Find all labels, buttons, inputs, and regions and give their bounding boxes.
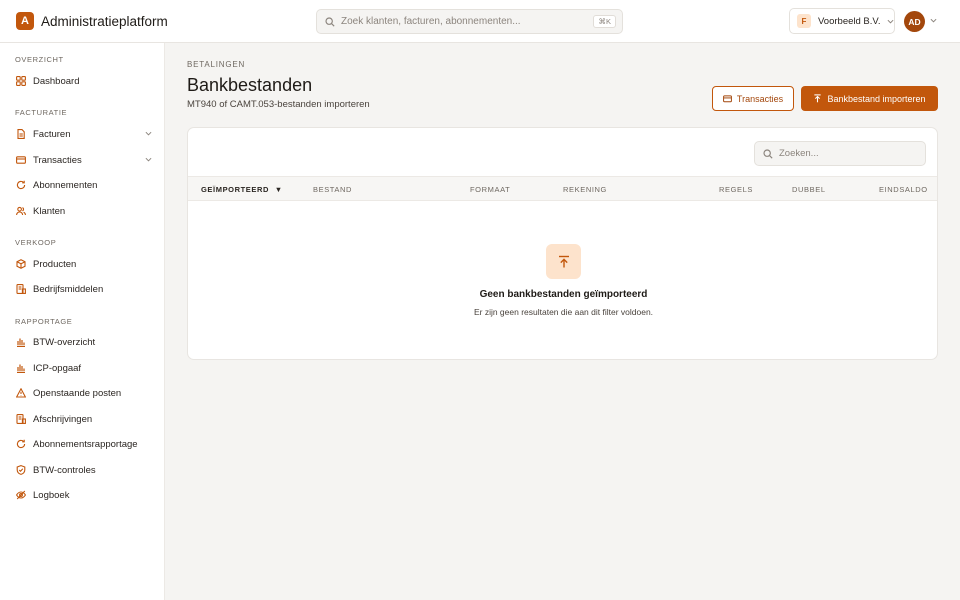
sidebar-item-label: Afschrijvingen [33, 413, 93, 425]
empty-state-subtitle: Er zijn geen resultaten die aan dit filt… [473, 307, 654, 317]
app-logo: A [16, 12, 34, 30]
sidebar-item-dashboard[interactable]: Dashboard [0, 70, 164, 92]
section-facturatie: FACTURATIE [15, 108, 68, 117]
page-subtitle: MT940 of CAMT.053-bestanden importeren [187, 99, 370, 110]
section-rapportage: RAPPORTAGE [15, 317, 73, 326]
sidebar-item-bedrijfsmiddelen[interactable]: Bedrijfsmiddelen [0, 278, 164, 300]
grid-icon [16, 76, 26, 86]
global-search-input[interactable]: Zoek klanten, facturen, abonnementen... … [316, 9, 623, 34]
table-header: GEÏMPORTEERD ▼ BESTAND FORMAAT REKENING … [188, 176, 937, 201]
asset-icon [16, 414, 26, 424]
bar-chart-icon [16, 363, 26, 373]
sidebar: OVERZICHT Dashboard FACTURATIE Facturen … [0, 43, 165, 600]
warning-icon [16, 388, 26, 398]
column-header-regels[interactable]: REGELS [719, 185, 753, 194]
upload-icon [813, 94, 822, 103]
user-avatar[interactable]: AD [904, 11, 925, 32]
sidebar-item-label: BTW-overzicht [33, 336, 96, 348]
search-icon [325, 16, 335, 27]
sidebar-item-openstaande-posten[interactable]: Openstaande posten [0, 382, 164, 404]
top-bar: A Administratieplatform Zoek klanten, fa… [0, 0, 960, 43]
chevron-down-icon [145, 131, 152, 136]
column-label: GEÏMPORTEERD [201, 185, 270, 194]
sidebar-item-label: Abonnementsrapportage [33, 438, 138, 450]
search-icon [763, 148, 773, 159]
sidebar-item-producten[interactable]: Producten [0, 253, 164, 275]
card-icon [16, 155, 26, 165]
sidebar-item-label: Klanten [33, 205, 66, 217]
sidebar-item-label: Facturen [33, 128, 71, 140]
sidebar-item-afschrijvingen[interactable]: Afschrijvingen [0, 408, 164, 430]
bar-chart-icon [16, 337, 26, 347]
breadcrumb: BETALINGEN [187, 60, 246, 69]
sidebar-item-label: Producten [33, 258, 77, 270]
sidebar-item-abonnementen[interactable]: Abonnementen [0, 174, 164, 196]
sidebar-item-label: Abonnementen [33, 179, 98, 191]
sidebar-item-label: Openstaande posten [33, 387, 122, 399]
sidebar-item-btw-controles[interactable]: BTW-controles [0, 459, 164, 481]
column-header-geimporteerd[interactable]: GEÏMPORTEERD ▼ [201, 185, 283, 194]
sidebar-item-transacties[interactable]: Transacties [0, 149, 164, 171]
sidebar-item-label: Logboek [33, 489, 70, 501]
box-icon [16, 259, 26, 269]
card-icon [723, 94, 732, 103]
org-name: Voorbeeld B.V. [818, 15, 881, 27]
empty-state-title: Geen bankbestanden geïmporteerd [479, 289, 648, 300]
brand[interactable]: A Administratieplatform [0, 12, 300, 30]
chevron-down-icon [145, 157, 152, 162]
column-header-eindsaldo[interactable]: EINDSALDO [879, 185, 928, 194]
refresh-icon [16, 439, 26, 449]
sort-desc-icon: ▼ [274, 185, 283, 194]
sidebar-item-klanten[interactable]: Klanten [0, 200, 164, 222]
users-icon [16, 206, 26, 216]
page-title: Bankbestanden [187, 75, 313, 95]
transacties-button[interactable]: Transacties [712, 86, 794, 111]
bank-files-card: Zoeken... GEÏMPORTEERD ▼ BESTAND FORMAAT… [187, 127, 938, 360]
import-button-label: Bankbestand importeren [827, 93, 926, 104]
document-icon [16, 129, 26, 139]
chevron-down-icon[interactable] [930, 18, 937, 23]
shield-check-icon [16, 465, 26, 475]
org-badge: F [797, 14, 811, 28]
sidebar-item-label: BTW-controles [33, 464, 96, 476]
sidebar-item-label: ICP-opgaaf [33, 362, 82, 374]
sidebar-item-label: Dashboard [33, 75, 80, 87]
column-header-bestand[interactable]: BESTAND [313, 185, 352, 194]
search-placeholder: Zoek klanten, facturen, abonnementen... [341, 16, 521, 27]
chevron-down-icon [887, 19, 894, 24]
upload-icon [546, 244, 581, 279]
sidebar-item-label: Bedrijfsmiddelen [33, 283, 104, 295]
asset-icon [16, 284, 26, 294]
sidebar-item-facturen[interactable]: Facturen [0, 123, 164, 145]
refresh-icon [16, 180, 26, 190]
sidebar-item-label: Transacties [33, 154, 82, 166]
import-bank-file-button[interactable]: Bankbestand importeren [801, 86, 938, 111]
app-title: Administratieplatform [41, 13, 168, 29]
organization-switcher[interactable]: F Voorbeeld B.V. [789, 8, 895, 34]
sidebar-item-icp-opgaaf[interactable]: ICP-opgaaf [0, 357, 164, 379]
column-header-formaat[interactable]: FORMAAT [470, 185, 510, 194]
sidebar-item-btw-overzicht[interactable]: BTW-overzicht [0, 331, 164, 353]
table-search-placeholder: Zoeken... [779, 148, 819, 159]
eye-off-icon [16, 490, 26, 500]
section-overzicht: OVERZICHT [15, 55, 64, 64]
transacties-button-label: Transacties [736, 93, 784, 104]
section-verkoop: VERKOOP [15, 238, 57, 247]
column-header-dubbel[interactable]: DUBBEL [792, 185, 826, 194]
table-search-input[interactable]: Zoeken... [754, 141, 926, 166]
search-shortcut: ⌘K [593, 15, 616, 28]
column-header-rekening[interactable]: REKENING [563, 185, 607, 194]
sidebar-item-logboek[interactable]: Logboek [0, 484, 164, 506]
sidebar-item-abonnementsrapportage[interactable]: Abonnementsrapportage [0, 433, 164, 455]
